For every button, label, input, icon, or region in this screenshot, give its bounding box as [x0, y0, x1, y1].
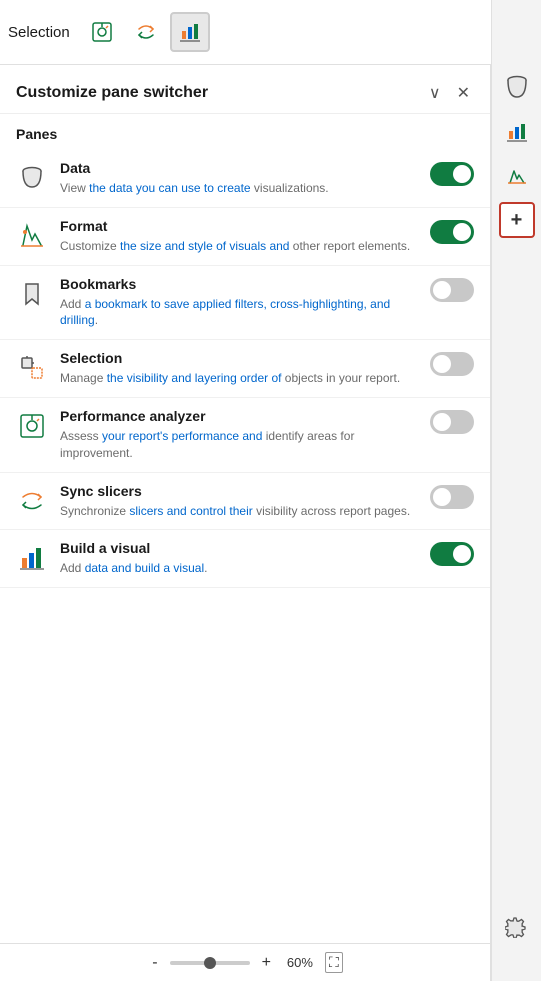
pane-name-selection: Selection — [60, 350, 418, 366]
pane-content-bookmarks: Bookmarks Add a bookmark to save applied… — [60, 276, 418, 330]
pane-toggle-format[interactable] — [430, 220, 474, 249]
performance-icon-btn[interactable] — [82, 12, 122, 52]
pane-desc-format: Customize the size and style of visuals … — [60, 238, 418, 255]
toggle-selection[interactable] — [430, 352, 474, 376]
panel-header: Customize pane switcher ∨ ✕ — [0, 65, 490, 114]
zoom-plus-button[interactable]: + — [258, 954, 275, 972]
toggle-format[interactable] — [430, 220, 474, 244]
pane-desc-data: View the data you can use to create visu… — [60, 180, 418, 197]
pane-item-syncslicers: Sync slicers Synchronize slicers and con… — [0, 473, 490, 531]
right-sidebar: + — [491, 0, 541, 981]
bottom-bar: - + 60% ⛶ — [0, 943, 491, 981]
sync-slicers-icon-btn[interactable] — [126, 12, 166, 52]
pane-desc-buildvisual: Add data and build a visual. — [60, 560, 418, 577]
panel-collapse-button[interactable]: ∨ — [425, 81, 445, 105]
pane-item-buildvisual: Build a visual Add data and build a visu… — [0, 530, 490, 588]
pane-desc-selection: Manage the visibility and layering order… — [60, 370, 418, 387]
pane-name-performance: Performance analyzer — [60, 408, 418, 424]
pane-icon-format — [16, 220, 48, 252]
panel-close-button[interactable]: ✕ — [453, 81, 474, 105]
plus-icon: + — [511, 209, 523, 232]
pane-desc-syncslicers: Synchronize slicers and control their vi… — [60, 503, 418, 520]
sidebar-buildvisual-icon[interactable] — [499, 114, 535, 150]
pane-name-bookmarks: Bookmarks — [60, 276, 418, 292]
pane-toggle-bookmarks[interactable] — [430, 278, 474, 307]
customize-pane-panel: Customize pane switcher ∨ ✕ Panes Data V… — [0, 65, 491, 981]
sidebar-data-icon[interactable] — [499, 70, 535, 106]
pane-toggle-syncslicers[interactable] — [430, 485, 474, 514]
toggle-knob-buildvisual — [453, 545, 471, 563]
pane-icon-syncslicers — [16, 485, 48, 517]
pane-toggle-data[interactable] — [430, 162, 474, 191]
pane-content-data: Data View the data you can use to create… — [60, 160, 418, 197]
pane-name-data: Data — [60, 160, 418, 176]
top-bar-icons — [82, 12, 210, 52]
toggle-knob-performance — [433, 413, 451, 431]
top-bar: Selection — [0, 0, 541, 65]
pane-list: Data View the data you can use to create… — [0, 150, 490, 588]
build-visual-icon-btn[interactable] — [170, 12, 210, 52]
pane-content-selection: Selection Manage the visibility and laye… — [60, 350, 418, 387]
pane-icon-bookmarks — [16, 278, 48, 310]
toggle-syncslicers[interactable] — [430, 485, 474, 509]
pane-name-buildvisual: Build a visual — [60, 540, 418, 556]
zoom-slider[interactable] — [170, 961, 250, 965]
top-bar-title: Selection — [8, 24, 70, 41]
pane-icon-buildvisual — [16, 542, 48, 574]
pane-name-syncslicers: Sync slicers — [60, 483, 418, 499]
pane-desc-performance: Assess your report's performance and ide… — [60, 428, 418, 462]
zoom-value: 60% — [287, 955, 313, 970]
toggle-knob-data — [453, 165, 471, 183]
pane-desc-bookmarks: Add a bookmark to save applied filters, … — [60, 296, 418, 330]
pane-icon-performance — [16, 410, 48, 442]
pane-icon-selection — [16, 352, 48, 384]
toggle-data[interactable] — [430, 162, 474, 186]
toggle-knob-syncslicers — [433, 488, 451, 506]
panes-section-label: Panes — [0, 114, 490, 150]
zoom-slider-thumb — [204, 957, 216, 969]
zoom-minus-button[interactable]: - — [148, 954, 161, 972]
toggle-knob-format — [453, 223, 471, 241]
pane-item-format: Format Customize the size and style of v… — [0, 208, 490, 266]
toggle-buildvisual[interactable] — [430, 542, 474, 566]
pane-item-selection: Selection Manage the visibility and laye… — [0, 340, 490, 398]
pane-content-format: Format Customize the size and style of v… — [60, 218, 418, 255]
panel-header-actions: ∨ ✕ — [425, 81, 474, 105]
fit-page-button[interactable]: ⛶ — [325, 952, 343, 973]
pane-toggle-buildvisual[interactable] — [430, 542, 474, 571]
toggle-performance[interactable] — [430, 410, 474, 434]
pane-item-bookmarks: Bookmarks Add a bookmark to save applied… — [0, 266, 490, 341]
pane-item-data: Data View the data you can use to create… — [0, 150, 490, 208]
sidebar-format-icon[interactable] — [499, 158, 535, 194]
settings-gear-icon[interactable] — [498, 909, 534, 945]
pane-content-performance: Performance analyzer Assess your report'… — [60, 408, 418, 462]
pane-toggle-performance[interactable] — [430, 410, 474, 439]
toggle-knob-selection — [433, 355, 451, 373]
panel-title: Customize pane switcher — [16, 84, 208, 102]
pane-content-buildvisual: Build a visual Add data and build a visu… — [60, 540, 418, 577]
toggle-knob-bookmarks — [433, 281, 451, 299]
toggle-bookmarks[interactable] — [430, 278, 474, 302]
pane-name-format: Format — [60, 218, 418, 234]
pane-icon-data — [16, 162, 48, 194]
pane-content-syncslicers: Sync slicers Synchronize slicers and con… — [60, 483, 418, 520]
pane-item-performance: Performance analyzer Assess your report'… — [0, 398, 490, 473]
add-pane-button[interactable]: + — [499, 202, 535, 238]
pane-toggle-selection[interactable] — [430, 352, 474, 381]
